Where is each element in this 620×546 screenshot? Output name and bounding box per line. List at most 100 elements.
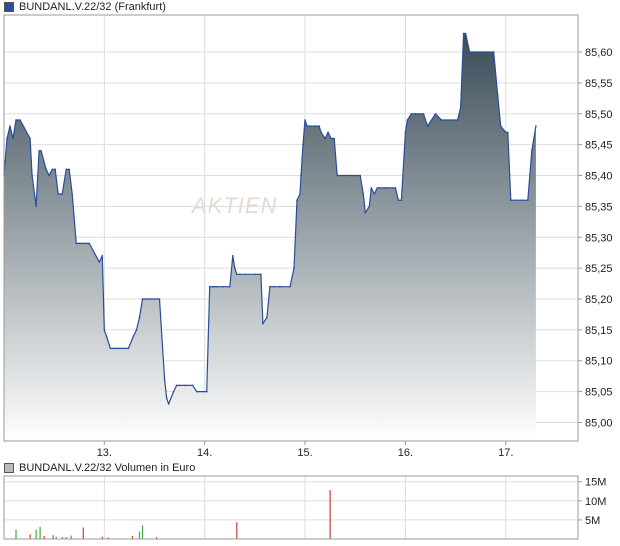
price-point-33 (132, 335, 135, 337)
price-point-2 (9, 125, 11, 127)
price-point-67 (273, 285, 275, 288)
price-point-54 (215, 285, 218, 288)
price-point-93 (373, 193, 376, 195)
volume-plot-background (4, 476, 578, 539)
price-point-28 (105, 335, 108, 337)
volume-bar-17 (236, 522, 238, 539)
price-point-52 (211, 285, 214, 288)
volume-bar-2 (35, 529, 37, 539)
price-point-17 (65, 168, 67, 171)
y-tick-label-10: 85,50 (585, 109, 613, 121)
price-point-5 (19, 119, 21, 121)
volume-bar-15 (141, 525, 144, 539)
y-tick-label-0: 85,00 (585, 417, 613, 429)
price-point-34 (135, 329, 138, 331)
price-point-45 (178, 384, 181, 387)
y-tick-label-4: 85,20 (585, 294, 613, 306)
price-point-50 (205, 390, 208, 393)
price-point-123 (521, 199, 523, 201)
price-point-27 (103, 329, 106, 331)
price-point-91 (368, 205, 371, 208)
price-point-47 (191, 384, 194, 387)
y-tick-label-8: 85,40 (585, 171, 613, 183)
x-tick-label-1: 14. (197, 447, 212, 459)
price-point-112 (464, 32, 467, 35)
price-point-62 (254, 273, 256, 276)
y-tick-label-12: 85,60 (585, 47, 613, 59)
price-point-32 (127, 347, 130, 350)
price-point-121 (510, 199, 512, 201)
price-point-43 (172, 390, 175, 393)
price-point-111 (462, 32, 465, 35)
price-point-58 (234, 267, 236, 269)
price-point-48 (195, 390, 198, 393)
price-point-119 (504, 131, 507, 134)
bond-price-chart: AKTIEN 85,00 85,05 85,10 85,15 85,20 85,25 85,… (3, 14, 613, 540)
price-point-26 (101, 255, 104, 257)
price-point-35 (138, 316, 141, 319)
y-tick-label-5: 85,25 (585, 263, 613, 275)
aktien-watermark: AKTIEN (190, 193, 277, 218)
price-point-96 (394, 187, 397, 189)
price-point-125 (531, 150, 533, 152)
price-point-23 (84, 242, 87, 245)
price-point-80 (318, 125, 320, 127)
price-point-71 (296, 199, 298, 201)
price-point-29 (109, 347, 112, 350)
price-point-120 (507, 131, 509, 134)
price-point-14 (54, 168, 56, 171)
volume-bar-5 (52, 535, 54, 539)
price-point-1 (6, 137, 8, 140)
price-point-114 (473, 51, 476, 53)
price-point-49 (201, 390, 204, 393)
price-point-69 (289, 285, 291, 288)
price-point-24 (88, 242, 91, 245)
x-tick-label-0: 13. (97, 447, 112, 459)
price-point-22 (81, 242, 84, 245)
price-point-38 (148, 298, 151, 300)
price-point-105 (430, 119, 433, 121)
price-point-79 (314, 125, 316, 127)
price-point-18 (68, 168, 70, 171)
y-tick-label-3: 85,15 (585, 325, 613, 337)
y-tick-label-6: 85,30 (585, 232, 613, 244)
price-point-90 (364, 211, 367, 214)
price-point-16 (61, 193, 63, 195)
price-point-4 (15, 119, 17, 121)
price-point-61 (244, 273, 246, 276)
price-point-87 (344, 174, 347, 177)
price-point-106 (434, 113, 437, 115)
price-point-60 (239, 273, 241, 276)
price-point-30 (113, 347, 116, 350)
price-point-94 (376, 187, 379, 189)
y-tick-label-1: 85,05 (585, 387, 613, 399)
volume-bar-0 (15, 529, 17, 539)
price-point-41 (165, 397, 168, 399)
price-point-63 (260, 273, 262, 276)
price-point-104 (426, 125, 429, 127)
price-point-3 (12, 137, 14, 140)
price-point-118 (499, 125, 502, 127)
x-tick-label-3: 16. (398, 447, 413, 459)
price-point-13 (51, 168, 53, 171)
price-point-39 (158, 298, 161, 300)
price-point-59 (236, 273, 238, 276)
volume-bar-9 (70, 535, 72, 539)
price-point-100 (406, 119, 409, 121)
price-point-74 (302, 143, 304, 146)
price-point-117 (496, 94, 499, 97)
price-point-126 (535, 125, 537, 127)
price-point-51 (208, 285, 211, 288)
price-point-92 (370, 187, 373, 189)
price-point-12 (48, 174, 50, 177)
price-point-98 (400, 199, 403, 201)
price-point-73 (300, 174, 302, 177)
volume-bar-3 (39, 526, 41, 539)
x-tick-label-2: 15. (297, 447, 312, 459)
price-point-25 (98, 261, 101, 263)
price-point-108 (451, 119, 454, 121)
price-point-102 (414, 113, 417, 115)
x-tick-label-4: 17. (498, 447, 513, 459)
price-point-89 (362, 193, 365, 195)
price-point-10 (40, 150, 42, 152)
